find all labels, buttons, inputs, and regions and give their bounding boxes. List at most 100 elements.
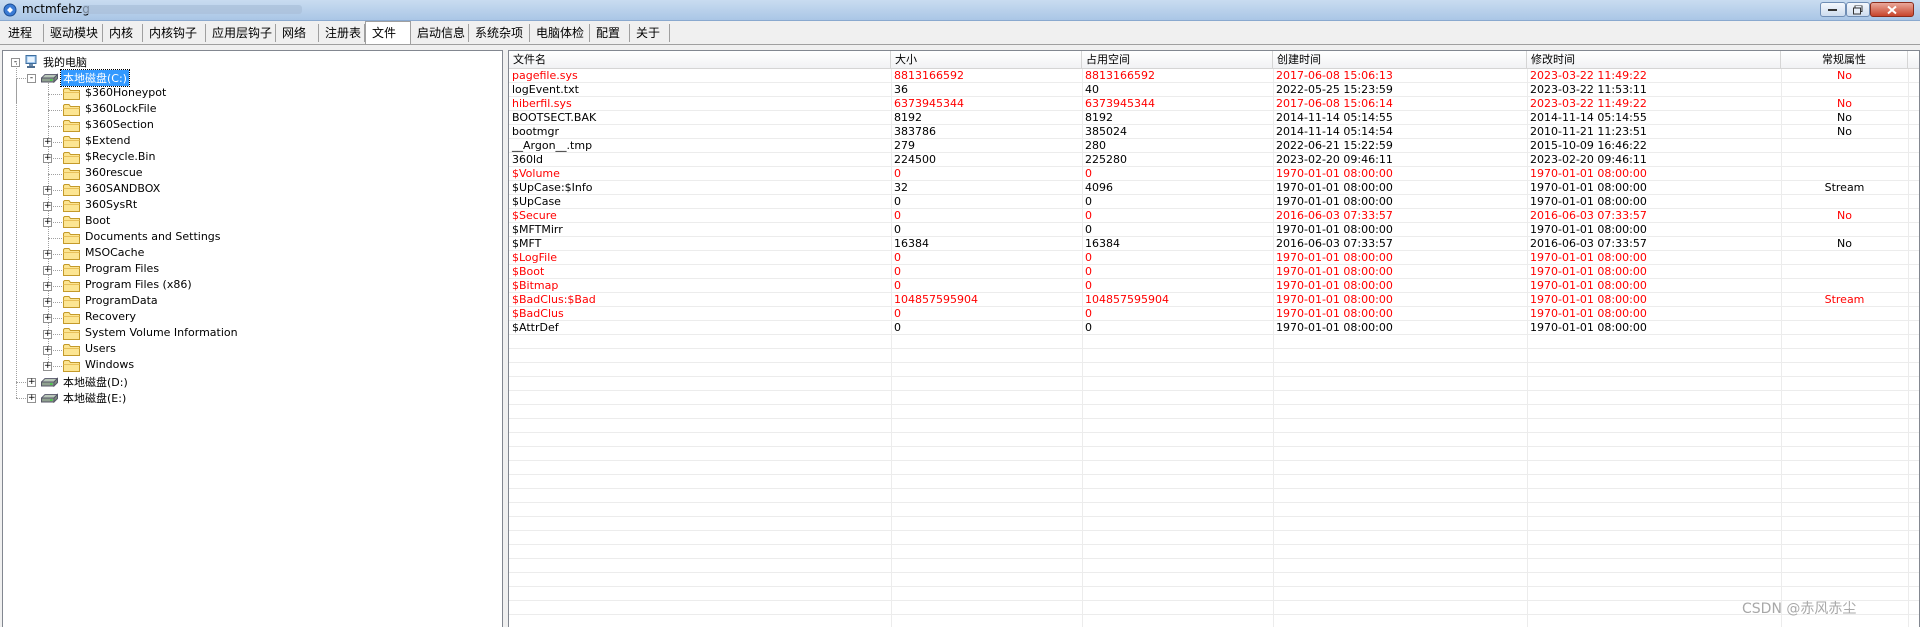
tree-folder-item[interactable]: $Recycle.Bin <box>83 150 157 163</box>
column-header-attr[interactable]: 常规属性 <box>1781 51 1908 68</box>
table-row[interactable]: __Argon__.tmp 279 280 2022-06-21 15:22:59 20… <box>509 139 1919 153</box>
expand-toggle[interactable]: + <box>43 266 52 275</box>
cell-created: 2016-06-03 07:33:57 <box>1276 209 1393 222</box>
expand-toggle[interactable]: + <box>43 298 52 307</box>
tree-drive-e[interactable]: 本地磁盘(E:) <box>61 390 128 406</box>
empty-row <box>509 517 1919 531</box>
table-row[interactable]: pagefile.sys 8813166592 8813166592 2017-06-… <box>509 69 1919 83</box>
collapse-toggle[interactable]: - <box>27 74 36 83</box>
table-row[interactable]: $Secure 0 0 2016-06-03 07:33:57 2016-06-03 0… <box>509 209 1919 223</box>
table-row[interactable]: $UpCase 0 0 1970-01-01 08:00:00 1970-01-01 0… <box>509 195 1919 209</box>
expand-toggle[interactable]: + <box>27 394 36 403</box>
expand-toggle[interactable]: + <box>43 314 52 323</box>
expand-toggle[interactable]: + <box>43 250 52 259</box>
window-title: mctmfehzg <box>22 2 90 16</box>
column-header-modified[interactable]: 修改时间 <box>1527 51 1781 68</box>
tree-folder-item[interactable]: Boot <box>83 214 112 227</box>
folder-tree[interactable]: - 我的电脑 - 本地磁盘(C:) $360Honeypot $360LockFile $3… <box>2 50 503 627</box>
tree-folder-item[interactable]: $Extend <box>83 134 133 147</box>
expand-toggle[interactable]: + <box>27 378 36 387</box>
expand-toggle[interactable]: + <box>43 154 52 163</box>
column-header-name[interactable]: 文件名 <box>509 51 891 68</box>
folder-icon <box>63 104 80 116</box>
table-row[interactable]: $Bitmap 0 0 1970-01-01 08:00:00 1970-01-01 0… <box>509 279 1919 293</box>
table-row[interactable]: $AttrDef 0 0 1970-01-01 08:00:00 1970-01-01 … <box>509 321 1919 335</box>
tree-folder-item[interactable]: 360rescue <box>83 166 145 179</box>
table-row[interactable]: hiberfil.sys 6373945344 6373945344 2017-06-… <box>509 97 1919 111</box>
tab-13[interactable]: 关于 <box>630 24 670 42</box>
table-row[interactable]: logEvent.txt 36 40 2022-05-25 15:23:59 2023-… <box>509 83 1919 97</box>
tree-connector-line <box>48 110 62 111</box>
tree-folder-item[interactable]: 360SANDBOX <box>83 182 162 195</box>
cell-name: $MFTMirr <box>512 223 563 236</box>
tree-folder-item[interactable]: $360LockFile <box>83 102 158 115</box>
column-header-alloc[interactable]: 占用空间 <box>1082 51 1273 68</box>
cell-created: 2016-06-03 07:33:57 <box>1276 237 1393 250</box>
expand-toggle[interactable]: + <box>43 330 52 339</box>
tab-12[interactable]: 配置 <box>590 24 630 42</box>
tab-3[interactable]: 内核 <box>103 24 143 42</box>
table-row[interactable]: $LogFile 0 0 1970-01-01 08:00:00 1970-01-01 … <box>509 251 1919 265</box>
tree-folder-item[interactable]: Documents and Settings <box>83 230 223 243</box>
tree-connector-line <box>48 126 62 127</box>
tree-folder-item[interactable]: Program Files <box>83 262 161 275</box>
tab-11[interactable]: 电脑体检 <box>530 24 590 42</box>
empty-row <box>509 349 1919 363</box>
file-list[interactable]: 文件名 大小 占用空间 创建时间 修改时间 常规属性 pagefile.sys 881316… <box>508 50 1920 627</box>
tree-folder-item[interactable]: 360SysRt <box>83 198 139 211</box>
table-row[interactable]: $Boot 0 0 1970-01-01 08:00:00 1970-01-01 08:… <box>509 265 1919 279</box>
tree-folder-item[interactable]: $360Honeypot <box>83 86 168 99</box>
maximize-button[interactable] <box>1846 2 1870 17</box>
expand-toggle[interactable]: + <box>43 138 52 147</box>
table-row[interactable]: $MFT 16384 16384 2016-06-03 07:33:57 2016-06… <box>509 237 1919 251</box>
close-button[interactable] <box>1870 2 1914 17</box>
tree-folder-item[interactable]: MSOCache <box>83 246 146 259</box>
tab-2[interactable]: 驱动模块 <box>44 24 103 42</box>
tree-folder-item[interactable]: Program Files (x86) <box>83 278 194 291</box>
minimize-icon <box>1828 8 1837 11</box>
tab-9[interactable]: 启动信息 <box>411 24 469 42</box>
expand-toggle[interactable]: + <box>43 218 52 227</box>
column-header-created[interactable]: 创建时间 <box>1273 51 1527 68</box>
expand-toggle[interactable]: + <box>43 346 52 355</box>
tab-4[interactable]: 内核钩子 <box>143 24 206 42</box>
tab-6[interactable]: 网络 <box>276 24 319 42</box>
panel-splitter[interactable] <box>503 50 507 627</box>
table-row[interactable]: 360ld 224500 225280 2023-02-20 09:46:11 2023… <box>509 153 1919 167</box>
table-row[interactable]: $BadClus 0 0 1970-01-01 08:00:00 1970-01-01 … <box>509 307 1919 321</box>
cell-size: 0 <box>894 307 901 320</box>
table-row[interactable]: $Volume 0 0 1970-01-01 08:00:00 1970-01-01 0… <box>509 167 1919 181</box>
tree-folder-item[interactable]: Recovery <box>83 310 138 323</box>
tree-folder-item[interactable]: Windows <box>83 358 136 371</box>
expand-toggle[interactable]: + <box>43 186 52 195</box>
cell-modified: 2023-02-20 09:46:11 <box>1530 153 1647 166</box>
tree-connector-line <box>16 78 17 398</box>
tree-folder-item[interactable]: $360Section <box>83 118 156 131</box>
cell-modified: 1970-01-01 08:00:00 <box>1530 181 1647 194</box>
disk-drive-icon <box>41 377 58 387</box>
cell-created: 2017-06-08 15:06:14 <box>1276 97 1393 110</box>
tab-7[interactable]: 注册表 <box>319 24 365 42</box>
table-row[interactable]: $UpCase:$Info 32 4096 1970-01-01 08:00:00 19… <box>509 181 1919 195</box>
tree-folder-item[interactable]: Users <box>83 342 118 355</box>
tab-5[interactable]: 应用层钩子 <box>206 24 276 42</box>
cell-modified: 1970-01-01 08:00:00 <box>1530 251 1647 264</box>
tree-drive-c[interactable]: 本地磁盘(C:) <box>60 69 130 87</box>
cell-modified: 2016-06-03 07:33:57 <box>1530 209 1647 222</box>
tab-1[interactable]: 进程 <box>2 24 44 42</box>
expand-toggle[interactable]: + <box>43 362 52 371</box>
minimize-button[interactable] <box>1820 2 1846 17</box>
table-row[interactable]: $MFTMirr 0 0 1970-01-01 08:00:00 1970-01-01 … <box>509 223 1919 237</box>
table-row[interactable]: bootmgr 383786 385024 2014-11-14 05:14:54 20… <box>509 125 1919 139</box>
table-row[interactable]: BOOTSECT.BAK 8192 8192 2014-11-14 05:14:55 2… <box>509 111 1919 125</box>
expand-toggle[interactable]: + <box>43 282 52 291</box>
expand-toggle[interactable]: + <box>43 202 52 211</box>
tree-folder-item[interactable]: System Volume Information <box>83 326 240 339</box>
tree-folder-item[interactable]: ProgramData <box>83 294 160 307</box>
column-header-size[interactable]: 大小 <box>891 51 1082 68</box>
tree-drive-d[interactable]: 本地磁盘(D:) <box>61 374 130 390</box>
tree-root-my-computer[interactable]: 我的电脑 <box>41 54 89 70</box>
tab-10[interactable]: 系统杂项 <box>469 24 530 42</box>
table-row[interactable]: $BadClus:$Bad 104857595904 104857595904 197… <box>509 293 1919 307</box>
tab-8[interactable]: 文件 <box>365 21 411 44</box>
